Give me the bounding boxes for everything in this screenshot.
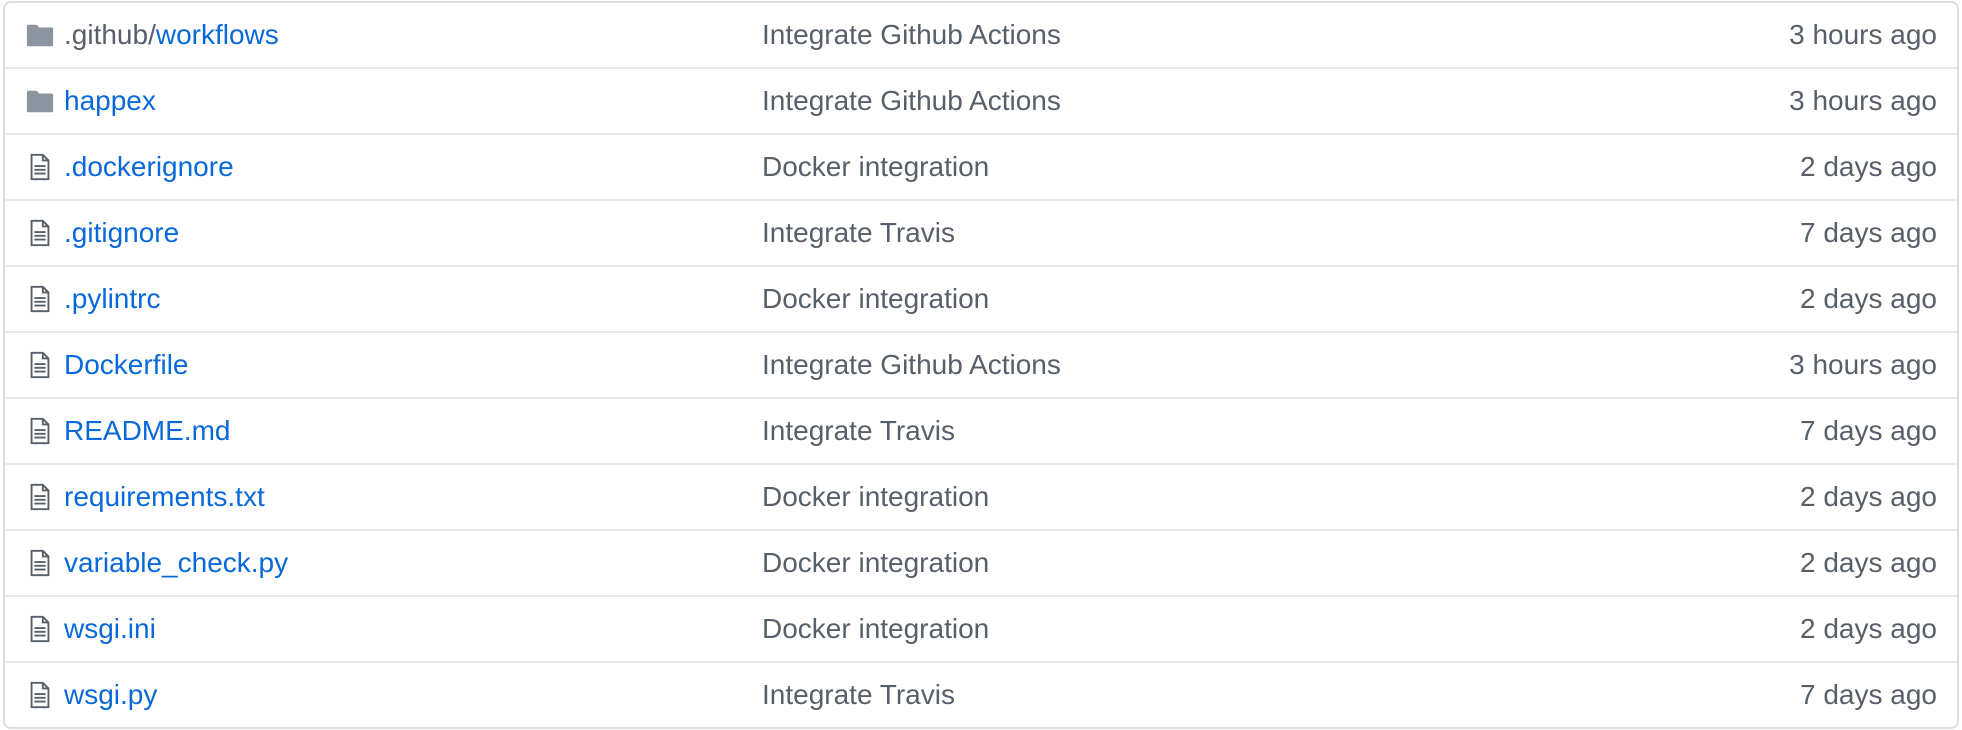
file-name: wsgi.ini: [64, 613, 156, 645]
file-name: variable_check.py: [64, 547, 288, 579]
file-name: .github/workflows: [64, 19, 279, 51]
folder-icon: [25, 86, 55, 116]
file-icon: [25, 614, 55, 644]
commit-age: 2 days ago: [1800, 613, 1937, 644]
commit-age: 2 days ago: [1800, 151, 1937, 182]
file-row[interactable]: wsgi.py Integrate Travis 7 days ago: [5, 661, 1957, 727]
file-icon: [25, 284, 55, 314]
file-name: README.md: [64, 415, 230, 447]
commit-message[interactable]: Integrate Github Actions: [762, 349, 1061, 381]
commit-age: 2 days ago: [1800, 481, 1937, 512]
file-name: requirements.txt: [64, 481, 265, 513]
file-list: .github/workflows Integrate Github Actio…: [3, 1, 1959, 729]
commit-age: 3 hours ago: [1789, 19, 1937, 50]
file-name-link[interactable]: .dockerignore: [64, 151, 234, 182]
file-name-link[interactable]: happex: [64, 85, 156, 116]
file-name: happex: [64, 85, 156, 117]
commit-message[interactable]: Integrate Travis: [762, 415, 955, 447]
commit-message[interactable]: Docker integration: [762, 283, 989, 315]
folder-icon: [25, 20, 55, 50]
file-icon: [25, 482, 55, 512]
commit-age: 2 days ago: [1800, 547, 1937, 578]
file-icon: [25, 548, 55, 578]
commit-message[interactable]: Integrate Travis: [762, 679, 955, 711]
file-name-link[interactable]: .pylintrc: [64, 283, 160, 314]
commit-age: 3 hours ago: [1789, 349, 1937, 380]
commit-message[interactable]: Docker integration: [762, 613, 989, 645]
file-name-link[interactable]: wsgi.py: [64, 679, 157, 710]
file-row[interactable]: happex Integrate Github Actions 3 hours …: [5, 67, 1957, 133]
commit-message[interactable]: Docker integration: [762, 481, 989, 513]
file-name: .gitignore: [64, 217, 179, 249]
file-name-link[interactable]: .gitignore: [64, 217, 179, 248]
file-name-link[interactable]: README.md: [64, 415, 230, 446]
file-name-link[interactable]: Dockerfile: [64, 349, 188, 380]
file-name: .pylintrc: [64, 283, 160, 315]
commit-age: 7 days ago: [1800, 679, 1937, 710]
commit-message[interactable]: Integrate Travis: [762, 217, 955, 249]
file-row[interactable]: .gitignore Integrate Travis 7 days ago: [5, 199, 1957, 265]
file-name: wsgi.py: [64, 679, 157, 711]
file-row[interactable]: .github/workflows Integrate Github Actio…: [5, 3, 1957, 67]
file-row[interactable]: .dockerignore Docker integration 2 days …: [5, 133, 1957, 199]
file-name-link[interactable]: variable_check.py: [64, 547, 288, 578]
commit-age: 2 days ago: [1800, 283, 1937, 314]
file-row[interactable]: README.md Integrate Travis 7 days ago: [5, 397, 1957, 463]
file-icon: [25, 680, 55, 710]
commit-message[interactable]: Integrate Github Actions: [762, 85, 1061, 117]
file-name: Dockerfile: [64, 349, 188, 381]
commit-age: 7 days ago: [1800, 217, 1937, 248]
file-icon: [25, 152, 55, 182]
file-name-link[interactable]: wsgi.ini: [64, 613, 156, 644]
commit-message[interactable]: Integrate Github Actions: [762, 19, 1061, 51]
file-icon: [25, 416, 55, 446]
file-row[interactable]: variable_check.py Docker integration 2 d…: [5, 529, 1957, 595]
file-row[interactable]: wsgi.ini Docker integration 2 days ago: [5, 595, 1957, 661]
commit-message[interactable]: Docker integration: [762, 547, 989, 579]
file-icon: [25, 350, 55, 380]
file-name-link[interactable]: requirements.txt: [64, 481, 265, 512]
file-name: .dockerignore: [64, 151, 234, 183]
directory-prefix[interactable]: .github/: [64, 19, 156, 50]
commit-message[interactable]: Docker integration: [762, 151, 989, 183]
file-row[interactable]: .pylintrc Docker integration 2 days ago: [5, 265, 1957, 331]
file-name-link[interactable]: workflows: [156, 19, 279, 50]
file-row[interactable]: Dockerfile Integrate Github Actions 3 ho…: [5, 331, 1957, 397]
commit-age: 7 days ago: [1800, 415, 1937, 446]
file-icon: [25, 218, 55, 248]
commit-age: 3 hours ago: [1789, 85, 1937, 116]
file-row[interactable]: requirements.txt Docker integration 2 da…: [5, 463, 1957, 529]
